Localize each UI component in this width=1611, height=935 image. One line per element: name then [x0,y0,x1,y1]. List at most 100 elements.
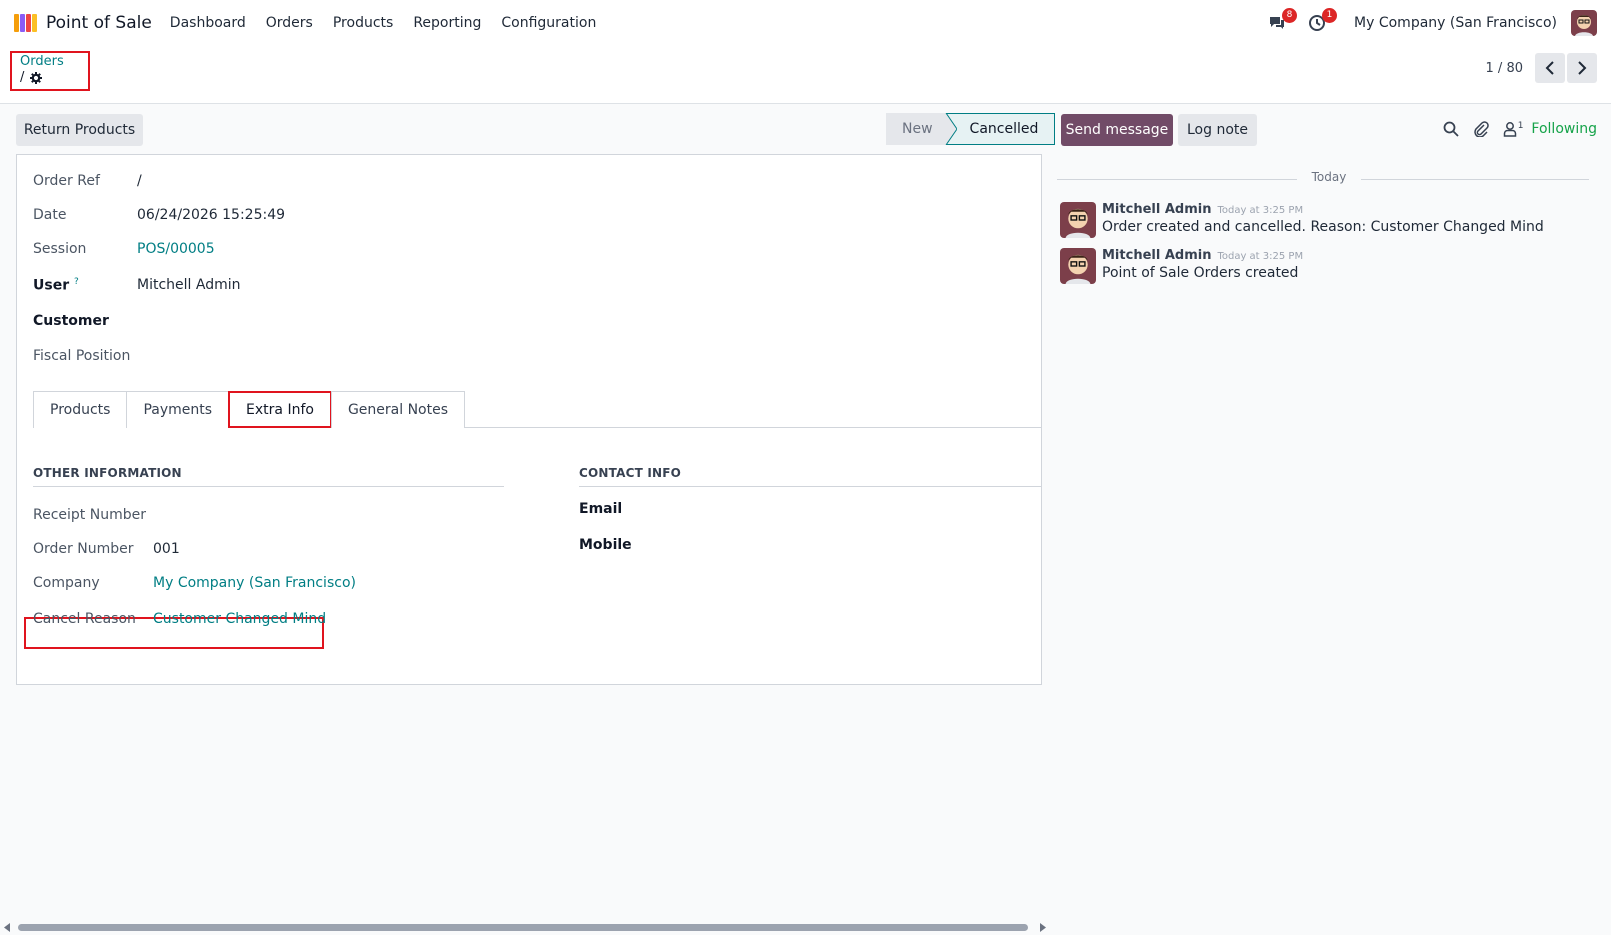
top-navbar: Point of Sale Dashboard Orders Products … [0,0,1611,46]
scrollbar-thumb[interactable] [18,924,1028,931]
company-switcher[interactable]: My Company (San Francisco) [1354,15,1557,31]
field-mobile: Mobile [579,537,683,553]
main-menu: Dashboard Orders Products Reporting Conf… [160,15,607,31]
order-ref-label: Order Ref [33,173,100,189]
field-order-ref: Order Ref / [33,173,142,189]
message-body: Mitchell Admin Today at 3:25 PM Point of… [1102,248,1303,284]
field-customer: Customer [33,312,437,330]
activities-button[interactable]: 1 [1304,8,1338,36]
message-body: Mitchell Admin Today at 3:25 PM Order cr… [1102,202,1544,238]
send-message-button[interactable]: Send message [1061,114,1173,146]
date-separator-line-left [1057,179,1297,180]
field-receipt-number: Receipt Number [33,507,153,523]
message-avatar[interactable] [1060,248,1096,284]
followers-count: 1 [1517,121,1524,131]
date-separator-line-right [1361,179,1589,180]
session-label: Session [33,241,87,257]
tab-products[interactable]: Products [33,391,128,428]
pager-previous-button[interactable] [1535,53,1565,83]
other-information-divider [33,486,504,487]
return-products-button[interactable]: Return Products [16,114,143,146]
message-header: Mitchell Admin Today at 3:25 PM [1102,248,1303,263]
order-ref-value: / [137,173,142,189]
followers-button[interactable]: 1 [1503,121,1524,137]
status-cancelled-label: Cancelled [969,121,1039,137]
customer-input[interactable] [137,312,437,330]
user-icon [1503,122,1516,137]
following-button[interactable]: Following [1531,121,1597,137]
user-avatar[interactable] [1571,10,1597,36]
log-note-button[interactable]: Log note [1178,114,1257,146]
app-title[interactable]: Point of Sale [46,13,152,33]
date-separator: Today [1057,170,1589,188]
user-value[interactable]: Mitchell Admin [137,277,241,293]
cancel-reason-link[interactable]: Customer Changed Mind [153,611,326,627]
field-fiscal-position: Fiscal Position [33,348,137,364]
avatar-icon [1571,10,1597,36]
status-bar: New Cancelled [886,113,1056,145]
date-value: 06/24/2026 15:25:49 [137,207,286,223]
chevron-left-icon [1545,61,1554,75]
search-icon[interactable] [1443,121,1459,137]
breadcrumb: Orders / [10,51,90,91]
customer-label: Customer [33,313,109,329]
status-cancelled[interactable]: Cancelled [944,113,1056,145]
user-help-tooltip[interactable]: ? [74,277,79,287]
scroll-right-icon[interactable] [1040,923,1046,932]
message-avatar[interactable] [1060,202,1096,238]
other-information-title: OTHER INFORMATION [33,466,182,480]
field-session: Session POS/00005 [33,241,215,257]
pager: 1 / 80 [1486,53,1597,83]
menu-reporting[interactable]: Reporting [403,15,491,31]
pager-value[interactable]: 1 / 80 [1486,61,1523,76]
company-label: Company [33,575,100,591]
gear-icon[interactable] [30,71,43,84]
notebook-tabs: Products Payments Extra Info General Not… [33,391,1042,428]
app-brand[interactable]: Point of Sale [14,13,152,33]
cancel-reason-label: Cancel Reason [33,611,136,627]
menu-dashboard[interactable]: Dashboard [160,15,256,31]
menu-products[interactable]: Products [323,15,403,31]
paperclip-icon[interactable] [1473,121,1489,137]
field-company: Company My Company (San Francisco) [33,575,356,591]
breadcrumb-current: / [20,70,80,85]
field-order-number: Order Number 001 [33,541,180,557]
user-label: User ? [33,277,137,294]
control-panel: Orders / 1 / 80 [0,46,1611,104]
messaging-button[interactable]: 8 [1264,8,1298,36]
contact-info-divider [579,486,1042,487]
tab-extra-info[interactable]: Extra Info [228,391,332,428]
message-author[interactable]: Mitchell Admin [1102,248,1211,263]
message-text: Point of Sale Orders created [1102,265,1299,281]
status-new[interactable]: New [886,113,945,145]
chevron-right-icon [1578,61,1587,75]
horizontal-scrollbar[interactable] [0,920,1050,935]
tab-payments[interactable]: Payments [126,391,230,428]
message-author[interactable]: Mitchell Admin [1102,202,1211,217]
status-arrow-icon [944,113,957,145]
message-time: Today at 3:25 PM [1217,251,1304,262]
avatar-icon [1060,202,1096,238]
order-number-value: 001 [153,541,180,557]
field-email: Email [579,501,683,517]
chatter-message: Mitchell Admin Today at 3:25 PM Point of… [1060,248,1303,284]
mobile-label: Mobile [579,537,632,553]
field-user: User ? Mitchell Admin [33,277,241,294]
tab-general-notes[interactable]: General Notes [330,391,466,428]
scroll-left-icon[interactable] [4,923,10,932]
fiscal-position-label: Fiscal Position [33,348,131,364]
pager-next-button[interactable] [1567,53,1597,83]
message-header: Mitchell Admin Today at 3:25 PM [1102,202,1544,217]
chatter-toolbar: 1 Following [1443,121,1597,137]
company-link[interactable]: My Company (San Francisco) [153,575,356,591]
session-link[interactable]: POS/00005 [137,241,215,257]
breadcrumb-orders[interactable]: Orders [20,55,80,69]
date-label: Date [33,207,67,223]
message-time: Today at 3:25 PM [1217,205,1304,216]
menu-orders[interactable]: Orders [256,15,323,31]
field-date: Date 06/24/2026 15:25:49 [33,207,285,223]
systray: 8 1 My Company (San Francisco) [1250,0,1597,46]
chatter: Send message Log note 1 Following Today … [1057,104,1611,904]
menu-configuration[interactable]: Configuration [491,15,606,31]
pos-app-icon [14,14,38,32]
